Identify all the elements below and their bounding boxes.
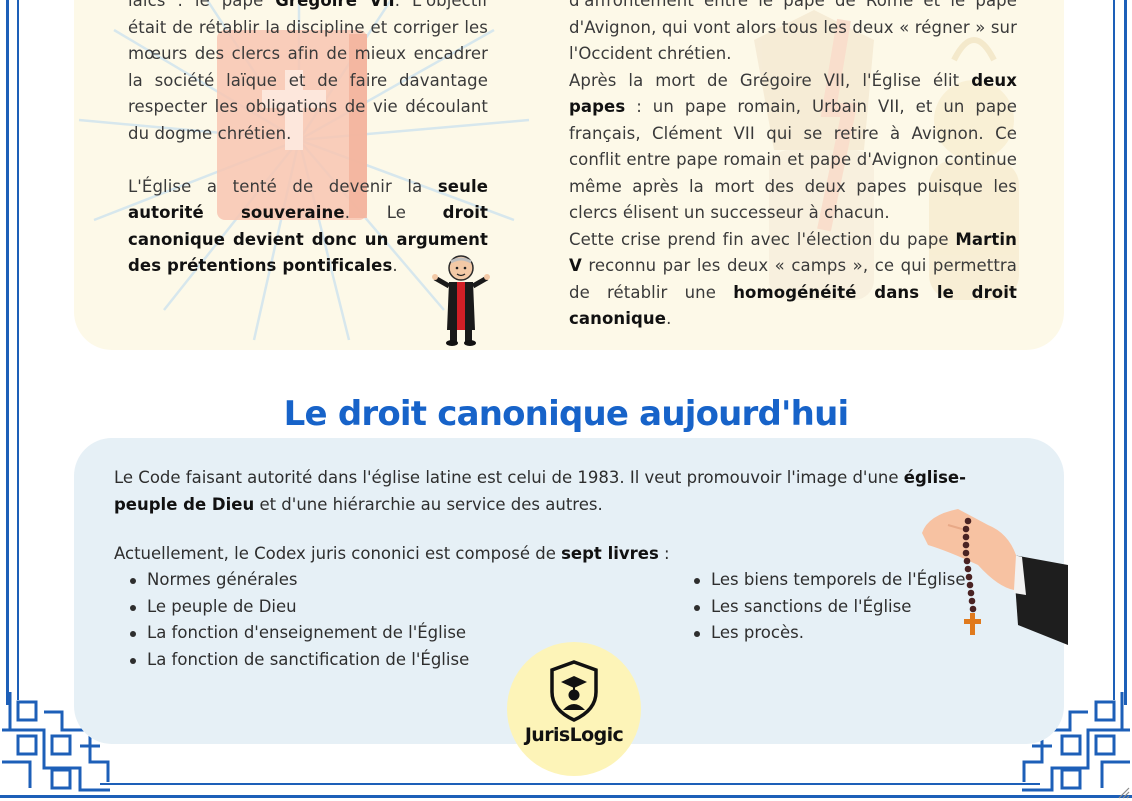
page: laïcs : le pape Grégoire VII. L'objectif… bbox=[0, 0, 1132, 801]
right-para-1: d'affrontement entre le pape de Rome et … bbox=[569, 0, 1017, 63]
books-list-left: Normes générales Le peuple de Dieu La fo… bbox=[114, 567, 469, 673]
composition-sentence: Actuellement, le Codex juris cononici es… bbox=[114, 544, 670, 563]
graduate-shield-icon bbox=[550, 660, 598, 722]
list-item: La fonction de sanctification de l'Églis… bbox=[114, 647, 469, 674]
frame-left-outer bbox=[6, 0, 9, 705]
intro-paragraph: Le Code faisant autorité dans l'église l… bbox=[114, 468, 966, 514]
right-text-column: d'affrontement entre le pape de Rome et … bbox=[569, 0, 1017, 333]
list-item: La fonction d'enseignement de l'Église bbox=[114, 620, 469, 647]
frame-bottom-inner bbox=[100, 783, 1040, 785]
resize-grip-icon[interactable] bbox=[1116, 785, 1130, 799]
section-title: Le droit canonique aujourd'hui bbox=[283, 394, 849, 434]
priest-figure-icon bbox=[432, 255, 490, 346]
list-item: Le peuple de Dieu bbox=[114, 594, 469, 621]
frame-left-inner bbox=[17, 0, 19, 700]
right-para-2: Après la mort de Grégoire VII, l'Église … bbox=[569, 70, 1017, 223]
left-para-1: laïcs : le pape Grégoire VII. L'objectif… bbox=[128, 0, 488, 143]
frame-right-outer bbox=[1124, 0, 1127, 705]
right-para-3: Cette crise prend fin avec l'élection du… bbox=[569, 229, 1017, 329]
left-text-column: laïcs : le pape Grégoire VII. L'objectif… bbox=[128, 0, 488, 280]
history-panel: laïcs : le pape Grégoire VII. L'objectif… bbox=[74, 0, 1064, 350]
frame-right-inner bbox=[1113, 0, 1115, 700]
logo-text: JurisLogic bbox=[524, 724, 624, 746]
logo-badge: JurisLogic bbox=[507, 642, 641, 776]
rosary-hand-icon bbox=[922, 509, 1068, 645]
list-item: Normes générales bbox=[114, 567, 469, 594]
frame-bottom-outer bbox=[0, 795, 1132, 798]
